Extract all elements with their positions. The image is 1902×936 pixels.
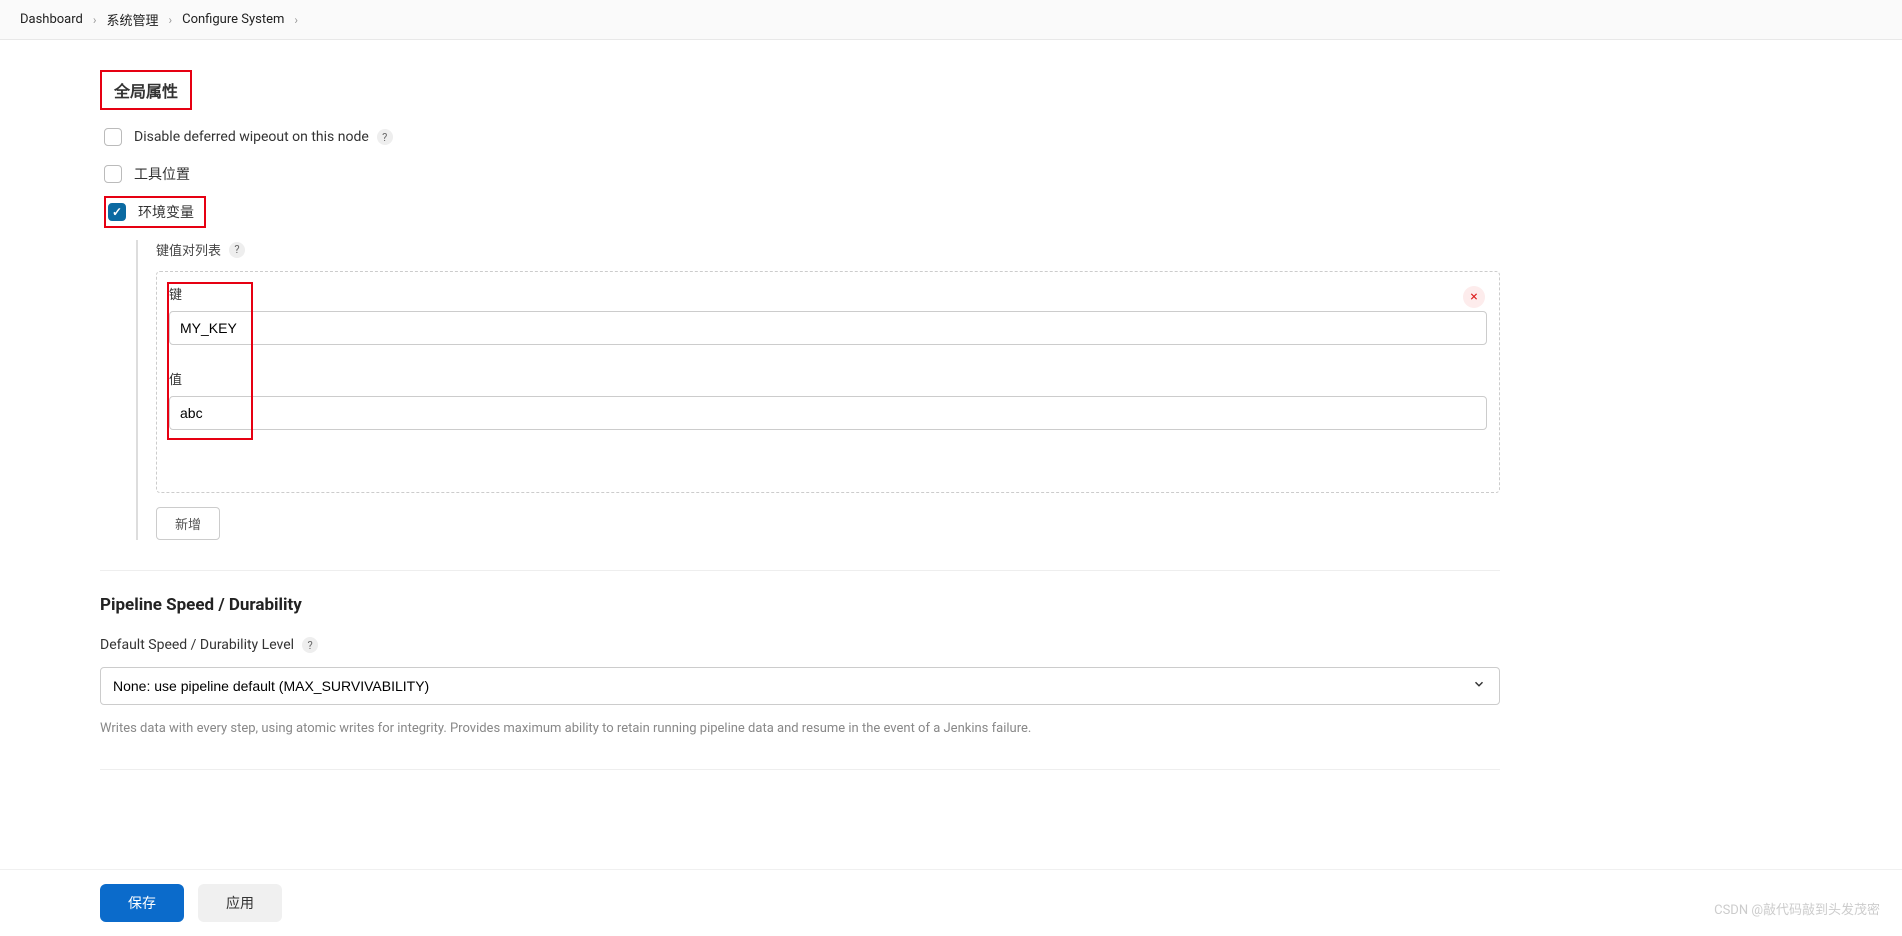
breadcrumb-item-dashboard[interactable]: Dashboard — [20, 12, 83, 27]
value-field-block: 值 — [169, 369, 1487, 430]
save-button[interactable]: 保存 — [100, 884, 184, 922]
durability-level-label: Default Speed / Durability Level ? — [100, 637, 1500, 653]
tool-locations-checkbox[interactable] — [104, 165, 122, 183]
breadcrumb-item-configure[interactable]: Configure System — [182, 12, 284, 27]
pipeline-section-title: Pipeline Speed / Durability — [100, 595, 1500, 615]
chevron-right-icon: › — [93, 13, 97, 27]
disable-wipeout-row: Disable deferred wipeout on this node ? — [104, 128, 1500, 146]
key-label: 键 — [169, 284, 1487, 303]
global-properties-title: 全局属性 — [102, 72, 190, 108]
disable-wipeout-checkbox[interactable] — [104, 128, 122, 146]
footer-bar: 保存 应用 — [0, 869, 1902, 936]
add-entry-button[interactable]: 新增 — [156, 507, 220, 540]
env-vars-row: 环境变量 — [104, 196, 1500, 228]
kv-list-label: 键值对列表 — [156, 240, 221, 259]
chevron-right-icon: › — [169, 13, 173, 27]
key-field-block: 键 — [169, 284, 1487, 345]
main-content: 全局属性 Disable deferred wipeout on this no… — [0, 40, 1600, 870]
tool-locations-label: 工具位置 — [134, 164, 190, 184]
global-properties-title-wrap: 全局属性 — [100, 70, 192, 110]
chevron-right-icon: › — [294, 13, 298, 27]
section-divider — [100, 570, 1500, 571]
apply-button[interactable]: 应用 — [198, 884, 282, 922]
env-vars-label: 环境变量 — [138, 202, 194, 222]
breadcrumb: Dashboard › 系统管理 › Configure System › — [0, 0, 1902, 40]
durability-select[interactable]: None: use pipeline default (MAX_SURVIVAB… — [100, 667, 1500, 705]
durability-select-wrap: None: use pipeline default (MAX_SURVIVAB… — [100, 667, 1500, 705]
key-input[interactable] — [169, 311, 1487, 345]
tool-locations-row: 工具位置 — [104, 164, 1500, 184]
help-icon[interactable]: ? — [229, 242, 245, 258]
help-icon[interactable]: ? — [302, 637, 318, 653]
kv-list-label-row: 键值对列表 ? — [156, 240, 1500, 259]
value-label: 值 — [169, 369, 1487, 388]
value-input[interactable] — [169, 396, 1487, 430]
section-divider — [100, 769, 1500, 770]
help-icon[interactable]: ? — [377, 129, 393, 145]
env-vars-section: 键值对列表 ? × 键 值 新增 — [136, 240, 1500, 540]
kv-container: × 键 值 — [156, 271, 1500, 493]
breadcrumb-item-system[interactable]: 系统管理 — [106, 10, 158, 29]
durability-help-text: Writes data with every step, using atomi… — [100, 719, 1500, 739]
env-vars-checkbox[interactable] — [108, 203, 126, 221]
disable-wipeout-label: Disable deferred wipeout on this node — [134, 129, 369, 145]
